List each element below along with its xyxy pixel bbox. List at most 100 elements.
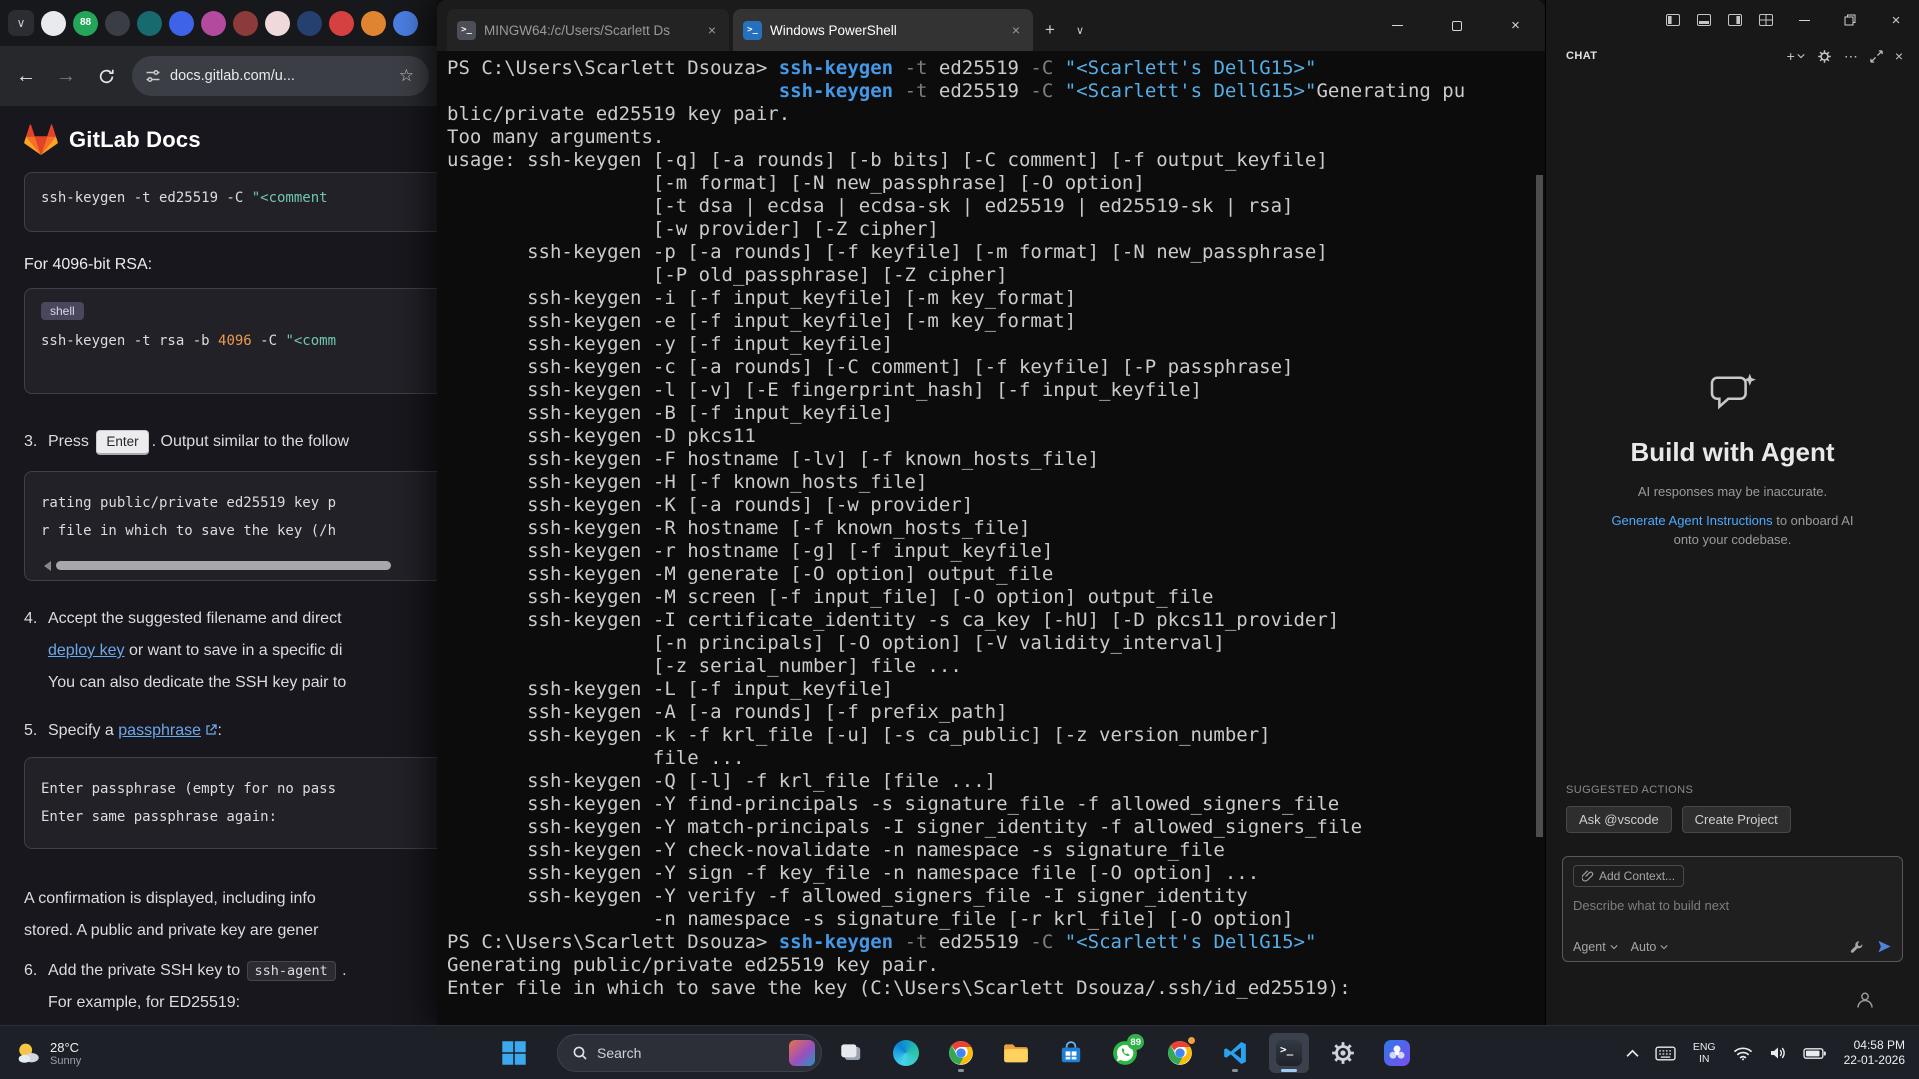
clock[interactable]: 04:58 PM 22-01-2026 — [1844, 1038, 1905, 1068]
terminal-line: ssh-keygen -I certificate_identity -s ca… — [447, 609, 1340, 631]
chrome-profile2-button[interactable] — [1160, 1033, 1200, 1073]
battery-icon[interactable] — [1795, 1047, 1834, 1060]
terminal-line: Generating public/private ed25519 key pa… — [447, 954, 939, 976]
volume-icon[interactable] — [1761, 1045, 1795, 1061]
tab-close-icon[interactable]: × — [1009, 22, 1023, 38]
minimize-button[interactable] — [1368, 0, 1427, 51]
bookmark-star-icon[interactable]: ☆ — [399, 66, 416, 86]
tab-favicon[interactable] — [41, 10, 66, 36]
photos-app-button[interactable] — [1377, 1033, 1417, 1073]
chat-close-button[interactable]: × — [1889, 44, 1909, 68]
tab-favicon[interactable] — [393, 10, 418, 36]
new-tab-button[interactable]: + — [1033, 9, 1067, 51]
tab-close-icon[interactable]: × — [705, 22, 719, 38]
tab-favicon[interactable] — [105, 10, 130, 36]
code-text: rating public/private ed25519 key p — [41, 495, 337, 511]
terminal-line: ssh-keygen -i [-f input_keyfile] [-m key… — [447, 287, 1077, 309]
tab-favicon[interactable] — [201, 10, 226, 36]
whatsapp-button[interactable]: 89 — [1105, 1033, 1145, 1073]
forward-button[interactable]: → — [48, 58, 84, 94]
start-button[interactable] — [494, 1033, 534, 1073]
vscode-close-button[interactable]: × — [1873, 0, 1919, 40]
new-chat-button[interactable]: + — [1781, 44, 1811, 68]
wifi-icon[interactable] — [1725, 1046, 1761, 1061]
maximize-button[interactable] — [1427, 0, 1486, 51]
passphrase-link[interactable]: passphrase — [118, 722, 201, 739]
ask-vscode-button[interactable]: Ask @vscode — [1566, 806, 1672, 833]
account-icon[interactable] — [1855, 990, 1875, 1015]
code-string: "<comm — [285, 333, 337, 349]
chat-input-placeholder[interactable]: Describe what to build next — [1573, 898, 1892, 913]
store-icon — [1061, 1041, 1081, 1063]
create-project-button[interactable]: Create Project — [1681, 806, 1791, 833]
search-placeholder: Search — [597, 1045, 642, 1061]
agent-mode-select[interactable]: Agent — [1573, 940, 1618, 954]
code-text: ssh-keygen -t ed25519 -C — [41, 190, 252, 206]
send-icon[interactable] — [1877, 939, 1892, 954]
tab-favicon[interactable] — [265, 10, 290, 36]
chat-expand-button[interactable] — [1864, 44, 1889, 68]
terminal-line: ssh-keygen -Y match-principals -I signer… — [447, 816, 1363, 838]
deploy-key-link[interactable]: deploy key — [48, 642, 125, 659]
edge-taskbar-button[interactable] — [886, 1033, 926, 1073]
vscode-minimize-button[interactable] — [1781, 0, 1827, 40]
tray-chevron-button[interactable] — [1618, 1049, 1647, 1058]
tab-favicon[interactable] — [329, 10, 354, 36]
weather-widget[interactable]: 28°C Sunny — [6, 1026, 89, 1079]
terminal-line: ssh-keygen -H [-f known_hosts_file] — [447, 471, 928, 493]
settings-taskbar-button[interactable] — [1323, 1033, 1363, 1073]
toggle-secondary-sidebar-icon[interactable] — [1719, 5, 1750, 35]
tab-mingw64[interactable]: >_ MINGW64:/c/Users/Scarlett Ds × — [447, 9, 729, 51]
customize-layout-icon[interactable] — [1750, 5, 1781, 35]
language-indicator[interactable]: ENG IN — [1684, 1041, 1725, 1065]
search-highlight-icon[interactable] — [789, 1040, 815, 1066]
tab-search-button[interactable]: ∨ — [8, 10, 34, 36]
microsoft-store-button[interactable] — [1051, 1033, 1091, 1073]
tab-favicon[interactable] — [137, 10, 162, 36]
step-text: For example, for ED25519: — [48, 994, 241, 1011]
touch-keyboard-icon[interactable] — [1647, 1046, 1684, 1061]
horizontal-scrollbar[interactable] — [39, 560, 429, 571]
scroll-left-arrow[interactable] — [39, 560, 51, 571]
system-tray: ENG IN 04:58 PM 22-01-2026 — [1618, 1026, 1919, 1079]
generate-agent-instructions-link[interactable]: Generate Agent Instructions — [1611, 513, 1772, 528]
tab-favicon[interactable] — [233, 10, 258, 36]
taskbar-search[interactable]: Search — [557, 1034, 822, 1072]
chrome-taskbar-button[interactable] — [941, 1033, 981, 1073]
address-bar[interactable]: docs.gitlab.com/u... ☆ — [132, 56, 429, 96]
add-context-label: Add Context... — [1599, 869, 1676, 883]
terminal-line: ssh-keygen -A [-a rounds] [-f prefix_pat… — [447, 701, 1008, 723]
expand-icon — [1870, 49, 1883, 63]
terminal-output[interactable]: PS C:\Users\Scarlett Dsouza> ssh-keygen … — [437, 51, 1545, 1025]
task-view-button[interactable] — [831, 1033, 871, 1073]
chat-settings-button[interactable] — [1811, 44, 1838, 68]
date-text: 22-01-2026 — [1843, 1053, 1905, 1067]
toggle-panel-icon[interactable] — [1688, 5, 1719, 35]
toggle-primary-sidebar-icon[interactable] — [1657, 5, 1688, 35]
back-button[interactable]: ← — [8, 58, 44, 94]
tab-powershell[interactable]: >_ Windows PowerShell × — [733, 9, 1033, 51]
terminal-taskbar-button[interactable]: >_ — [1269, 1033, 1309, 1073]
tab-dropdown-button[interactable]: ∨ — [1067, 9, 1093, 51]
tab-favicon[interactable] — [361, 10, 386, 36]
terminal-line: Enter file in which to save the key (C:\… — [447, 977, 1351, 999]
chat-more-button[interactable]: ⋯ — [1838, 44, 1864, 68]
tab-favicon[interactable]: 88 — [73, 10, 98, 36]
vscode-taskbar-button[interactable] — [1215, 1033, 1255, 1073]
vscode-restore-button[interactable] — [1827, 0, 1873, 40]
model-select[interactable]: Auto — [1631, 940, 1669, 954]
model-label: Auto — [1630, 939, 1657, 954]
chat-sparkle-icon — [1710, 373, 1756, 410]
suggested-actions: Ask @vscode Create Project — [1566, 806, 1791, 833]
tools-icon[interactable] — [1850, 940, 1864, 954]
file-explorer-button[interactable] — [996, 1033, 1036, 1073]
terminal-scrollbar[interactable] — [1536, 175, 1543, 837]
add-context-button[interactable]: Add Context... — [1573, 865, 1685, 887]
close-button[interactable]: × — [1486, 0, 1545, 51]
tab-favicon[interactable] — [169, 10, 194, 36]
terminal-line: ssh-keygen -M screen [-f input_file] [-O… — [447, 586, 1214, 608]
chat-input-box[interactable]: Add Context... Describe what to build ne… — [1562, 856, 1903, 962]
reload-button[interactable] — [88, 58, 124, 94]
tab-favicon[interactable] — [297, 10, 322, 36]
scrollbar-thumb[interactable] — [56, 561, 391, 570]
